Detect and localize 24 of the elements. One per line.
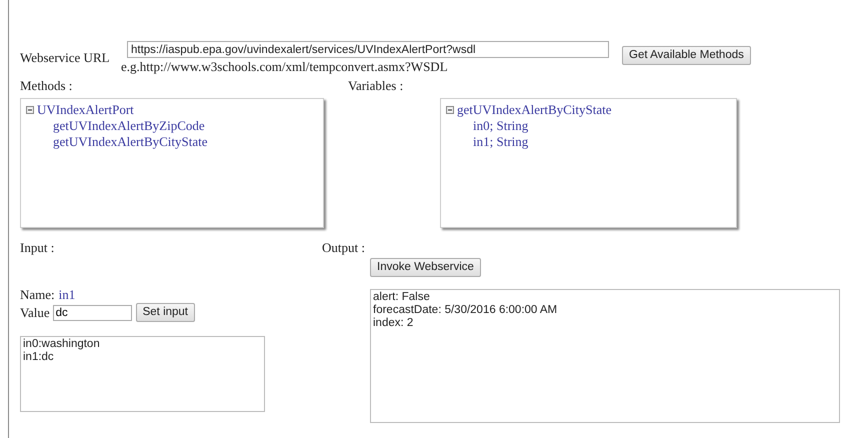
url-label: Webservice URL <box>20 50 111 66</box>
input-list-field[interactable]: in0:washington in1:dc <box>20 336 265 412</box>
collapse-icon[interactable] <box>446 106 454 114</box>
name-label: Name: <box>20 288 55 302</box>
value-label: Value <box>20 304 50 320</box>
input-label: Input : <box>20 240 56 256</box>
output-field[interactable]: alert: False forecastDate: 5/30/2016 6:00:00 AM index: 2 <box>370 289 840 423</box>
tree-item[interactable]: getUVIndexAlertByZipCode <box>53 118 205 133</box>
variables-label: Variables : <box>348 78 404 94</box>
name-value: in1 <box>58 288 76 302</box>
set-input-button[interactable]: Set input <box>136 303 196 322</box>
tree-item[interactable]: in1; String <box>473 134 528 149</box>
tree-node[interactable]: getUVIndexAlertByCityState <box>457 102 612 118</box>
url-field[interactable]: https://iaspub.epa.gov/uvindexalert/services/UVIndexAlertPort?wsdl <box>127 41 609 58</box>
tree-node[interactable]: UVIndexAlertPort <box>37 102 134 118</box>
value-field[interactable]: dc <box>52 304 132 320</box>
example-hint: e.g.http://www.w3schools.com/xml/tempconvert.asmx?WSDL <box>121 59 449 75</box>
methods-label: Methods : <box>20 78 74 94</box>
collapse-icon[interactable] <box>26 106 34 114</box>
get-methods-button[interactable]: Get Available Methods <box>622 46 751 65</box>
tree-item[interactable]: in0; String <box>473 118 528 133</box>
invoke-button[interactable]: Invoke Webservice <box>370 258 481 277</box>
tree-item[interactable]: getUVIndexAlertByCityState <box>53 134 208 149</box>
output-label: Output : <box>322 240 365 256</box>
